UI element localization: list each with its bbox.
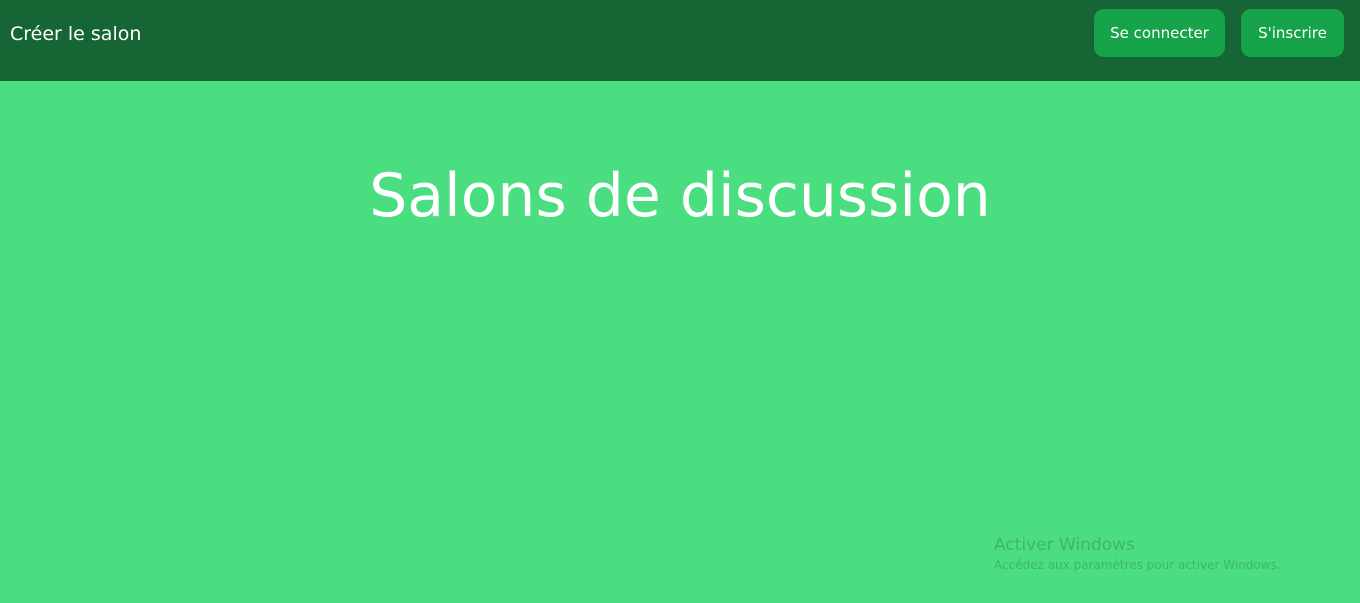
top-navigation-bar: Créer le salon Se connecter S'inscrire bbox=[0, 0, 1360, 81]
watermark-subtitle: Accédez aux paramètres pour activer Wind… bbox=[994, 558, 1281, 572]
watermark-title: Activer Windows bbox=[994, 535, 1135, 555]
activation-watermark: Activer Windows Accédez aux paramètres p… bbox=[994, 534, 1281, 574]
login-button[interactable]: Se connecter bbox=[1094, 9, 1225, 57]
signup-button[interactable]: S'inscrire bbox=[1241, 9, 1344, 57]
create-room-link[interactable]: Créer le salon bbox=[10, 21, 141, 47]
page-title: Salons de discussion bbox=[369, 161, 991, 231]
